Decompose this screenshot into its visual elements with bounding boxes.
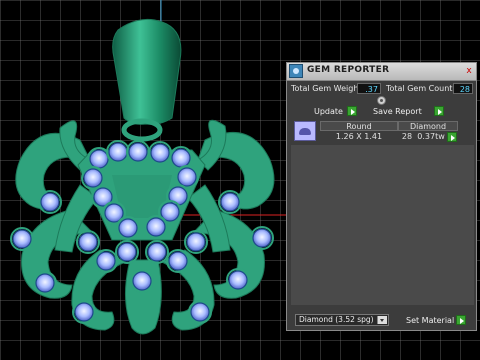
table-header-diamond: Diamond (398, 121, 458, 131)
diamond-gem (35, 273, 55, 293)
diamond-gem (78, 232, 98, 252)
diamond-gem (146, 217, 166, 237)
total-gem-count-label: Total Gem Count (386, 84, 453, 93)
diamond-gem (83, 168, 103, 188)
material-select-value: Diamond (3.52 spg) (299, 315, 374, 324)
diamond-gem (128, 142, 148, 162)
panel-bottom-bar: Diamond (3.52 spg) Set Material (287, 309, 476, 330)
diamond-gem (168, 251, 188, 271)
splitter-knob-icon[interactable] (377, 96, 386, 105)
diamond-gem (74, 302, 94, 322)
diamond-gem (132, 271, 152, 291)
gem-count-value: 28 (401, 132, 413, 141)
total-gem-weight-label: Total Gem Weight (291, 84, 362, 93)
gem-list-area (291, 145, 474, 305)
gem-size-value: 1.26 X 1.41 (335, 132, 383, 141)
diamond-gem (171, 148, 191, 168)
panel-titlebar[interactable]: GEM REPORTER x (287, 63, 476, 81)
diamond-gem (168, 186, 188, 206)
update-arrow-icon[interactable] (347, 106, 357, 116)
total-gem-weight-value: .37 (357, 83, 381, 94)
total-gem-count-value: 28 (453, 83, 473, 94)
diamond-gem (147, 242, 167, 262)
panel-title: GEM REPORTER (307, 65, 390, 75)
gem-weight-value: 0.37tw (417, 132, 445, 141)
diamond-gem (89, 149, 109, 169)
gem-reporter-app-icon (289, 64, 303, 78)
chevron-down-icon[interactable] (377, 316, 387, 324)
set-material-arrow-icon[interactable] (456, 315, 466, 325)
material-select[interactable]: Diamond (3.52 spg) (295, 314, 389, 326)
save-report-button[interactable]: Save Report (373, 107, 422, 116)
diamond-gem (118, 218, 138, 238)
gem-table: Round Diamond 1.26 X 1.41 28 0.37tw (291, 119, 474, 143)
diamond-gem (220, 192, 240, 212)
diamond-gem (117, 242, 137, 262)
pendant-bail (112, 18, 182, 125)
diamond-gem (108, 142, 128, 162)
diamond-gem (228, 270, 248, 290)
gem-reporter-panel[interactable]: GEM REPORTER x Total Gem Weight .37 Tota… (286, 62, 477, 331)
close-icon[interactable]: x (464, 66, 474, 76)
gem-thumbnail-icon (294, 121, 316, 141)
table-header-round: Round (320, 121, 398, 131)
diamond-gem (12, 229, 32, 249)
diamond-gem (186, 232, 206, 252)
diamond-gem (96, 251, 116, 271)
set-material-button[interactable]: Set Material (406, 316, 454, 325)
gem-row-arrow-icon[interactable] (447, 132, 457, 142)
diamond-gem (150, 143, 170, 163)
diamond-gem (190, 302, 210, 322)
diamond-gem (177, 167, 197, 187)
diamond-gem (252, 228, 272, 248)
save-report-arrow-icon[interactable] (434, 106, 444, 116)
diamond-gem (40, 192, 60, 212)
update-button[interactable]: Update (314, 107, 343, 116)
